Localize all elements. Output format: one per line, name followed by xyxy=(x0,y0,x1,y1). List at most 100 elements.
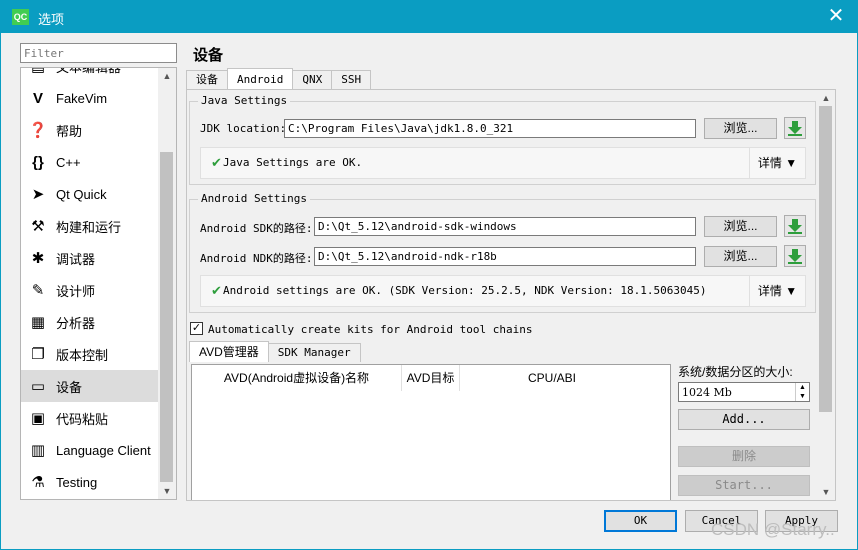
ndk-path-label: Android NDK的路径: xyxy=(200,252,313,265)
column-cpu-abi[interactable]: CPU/ABI xyxy=(460,365,644,391)
sidebar-item-label: 帮助 xyxy=(56,123,83,139)
sidebar-item-label: Testing xyxy=(56,474,98,490)
avd-table-header: AVD(Android虚拟设备)名称 AVD目标 CPU/ABI xyxy=(192,365,644,391)
sidebar-item-label: FakeVim xyxy=(56,90,108,106)
sidebar-item-device[interactable]: ▭ 设备 xyxy=(21,370,158,402)
sidebar-scrollbar[interactable]: ▲ ▼ xyxy=(158,68,176,499)
sdk-path-field[interactable] xyxy=(314,217,696,236)
avd-table[interactable]: AVD(Android虚拟设备)名称 AVD目标 CPU/ABI xyxy=(191,364,671,500)
sidebar-item-analyzer[interactable]: ▦ 分析器 xyxy=(21,306,158,338)
watermark: CSDN @Starry.. xyxy=(711,520,835,539)
sidebar-item-bug[interactable]: ✱ 调试器 xyxy=(21,242,158,274)
analyzer-icon: ▦ xyxy=(30,314,46,331)
title-bar: QC 选项 ✕ xyxy=(1,1,857,33)
download-icon xyxy=(788,249,802,264)
android-settings-group: Android Settings Android SDK的路径: 浏览... A… xyxy=(189,192,816,313)
jdk-location-label: JDK location: xyxy=(200,122,287,135)
scroll-down-icon[interactable]: ▼ xyxy=(158,483,176,499)
auto-kits-checkbox[interactable]: ✓ xyxy=(190,322,203,335)
bug-icon: ✱ xyxy=(31,250,45,267)
tab-sdk-manager[interactable]: SDK Manager xyxy=(267,343,361,362)
download-icon xyxy=(788,219,802,234)
java-status-box: ✔ Java Settings are OK. 详情 ▼ xyxy=(200,147,806,179)
android-status-text: Android settings are OK. (SDK Version: 2… xyxy=(223,284,707,297)
panel-scrollbar[interactable]: ▲ ▼ xyxy=(817,90,835,500)
qt-creator-logo-icon: QC xyxy=(12,9,29,25)
tab-android[interactable]: Android xyxy=(227,68,294,89)
sidebar-item-hammer[interactable]: ⚒ 构建和运行 xyxy=(21,210,158,242)
fakevim-icon: V xyxy=(32,89,43,107)
sidebar-item-version-control[interactable]: ❐ 版本控制 xyxy=(21,338,158,370)
sidebar-item-pen[interactable]: ✎ 设计师 xyxy=(21,274,158,306)
sdk-browse-button[interactable]: 浏览... xyxy=(704,216,777,237)
tab-devices[interactable]: 设备 xyxy=(186,70,228,89)
sidebar-item-label: 版本控制 xyxy=(56,347,109,363)
window-title: 选项 xyxy=(38,12,65,27)
android-settings-title: Android Settings xyxy=(198,192,310,205)
java-settings-title: Java Settings xyxy=(198,94,291,107)
help-icon: ❓ xyxy=(28,122,48,139)
android-details-button[interactable]: 详情 ▼ xyxy=(749,276,805,306)
sidebar-item-label: 文本编辑器 xyxy=(56,67,122,75)
version-control-icon: ❐ xyxy=(31,346,45,363)
tab-qnx[interactable]: QNX xyxy=(292,70,333,89)
sidebar-item-testing[interactable]: ⚗ Testing xyxy=(21,466,158,498)
panel-scroll-thumb[interactable] xyxy=(819,106,832,412)
sidebar-item-label: 设计师 xyxy=(56,283,96,299)
sidebar-item-cpp[interactable]: {} C++ xyxy=(21,146,158,178)
sidebar-item-label: 构建和运行 xyxy=(56,219,122,235)
partition-size-label: 系统/数据分区的大小: xyxy=(678,365,793,379)
sidebar-item-text-editor[interactable]: ▤ 文本编辑器 xyxy=(21,67,158,82)
spin-arrows-icon[interactable]: ▲ ▼ xyxy=(795,383,809,401)
check-icon: ✔ xyxy=(211,283,222,298)
cpp-icon: {} xyxy=(32,153,44,171)
tab-bar: 设备 Android QNX SSH xyxy=(186,68,372,90)
auto-kits-label: Automatically create kits for Android to… xyxy=(208,323,533,336)
partition-size-spinbox[interactable]: 1024 Mb ▲ ▼ xyxy=(678,382,810,402)
java-details-button[interactable]: 详情 ▼ xyxy=(749,148,805,178)
ok-button[interactable]: OK xyxy=(604,510,677,532)
close-icon[interactable]: ✕ xyxy=(825,5,847,27)
avd-add-button[interactable]: Add... xyxy=(678,409,810,430)
sidebar-item-label: 设备 xyxy=(56,379,83,395)
scroll-up-icon[interactable]: ▲ xyxy=(817,90,835,106)
filter-field[interactable] xyxy=(20,43,177,63)
device-icon: ▭ xyxy=(30,378,46,395)
ndk-path-field[interactable] xyxy=(314,247,696,266)
hammer-icon: ⚒ xyxy=(31,218,45,235)
jdk-browse-button[interactable]: 浏览... xyxy=(704,118,777,139)
sdk-path-input[interactable] xyxy=(318,219,692,234)
sdk-path-label: Android SDK的路径: xyxy=(200,222,313,235)
tab-ssh[interactable]: SSH xyxy=(331,70,372,89)
ndk-path-input[interactable] xyxy=(318,249,692,264)
sidebar-item-language-client[interactable]: ▥ Language Client xyxy=(21,434,158,466)
scroll-down-icon[interactable]: ▼ xyxy=(817,484,835,500)
sidebar-item-fakevim[interactable]: V FakeVim xyxy=(21,82,158,114)
sidebar-item-help[interactable]: ❓ 帮助 xyxy=(21,114,158,146)
sidebar-scroll-thumb[interactable] xyxy=(160,152,173,482)
android-status-box: ✔ Android settings are OK. (SDK Version:… xyxy=(200,275,806,307)
testing-icon: ⚗ xyxy=(31,474,45,491)
java-settings-group: Java Settings JDK location: 浏览... ✔ Java… xyxy=(189,94,816,185)
sdk-download-button[interactable] xyxy=(784,215,806,237)
sidebar-item-label: 分析器 xyxy=(56,315,96,331)
sidebar-item-qt-quick[interactable]: ➤ Qt Quick xyxy=(21,178,158,210)
column-avd-name[interactable]: AVD(Android虚拟设备)名称 xyxy=(192,365,402,391)
filter-input[interactable] xyxy=(24,46,173,61)
tab-avd-manager[interactable]: AVD管理器 xyxy=(189,341,269,362)
jdk-download-button[interactable] xyxy=(784,117,806,139)
page-title: 设备 xyxy=(193,47,224,64)
qt-quick-icon: ➤ xyxy=(31,186,45,203)
sidebar-item-label: C++ xyxy=(56,154,81,170)
check-icon: ✔ xyxy=(211,155,222,170)
jdk-location-input[interactable] xyxy=(288,121,692,136)
scroll-up-icon[interactable]: ▲ xyxy=(158,68,176,84)
column-avd-target[interactable]: AVD目标 xyxy=(402,365,460,391)
ndk-download-button[interactable] xyxy=(784,245,806,267)
sidebar-item-label: Language Client xyxy=(56,442,151,458)
ndk-browse-button[interactable]: 浏览... xyxy=(704,246,777,267)
jdk-location-field[interactable] xyxy=(284,119,696,138)
avd-delete-button[interactable]: 删除 xyxy=(678,446,810,467)
avd-start-button[interactable]: Start... xyxy=(678,475,810,496)
sidebar-item-code-paste[interactable]: ▣ 代码粘贴 xyxy=(21,402,158,434)
